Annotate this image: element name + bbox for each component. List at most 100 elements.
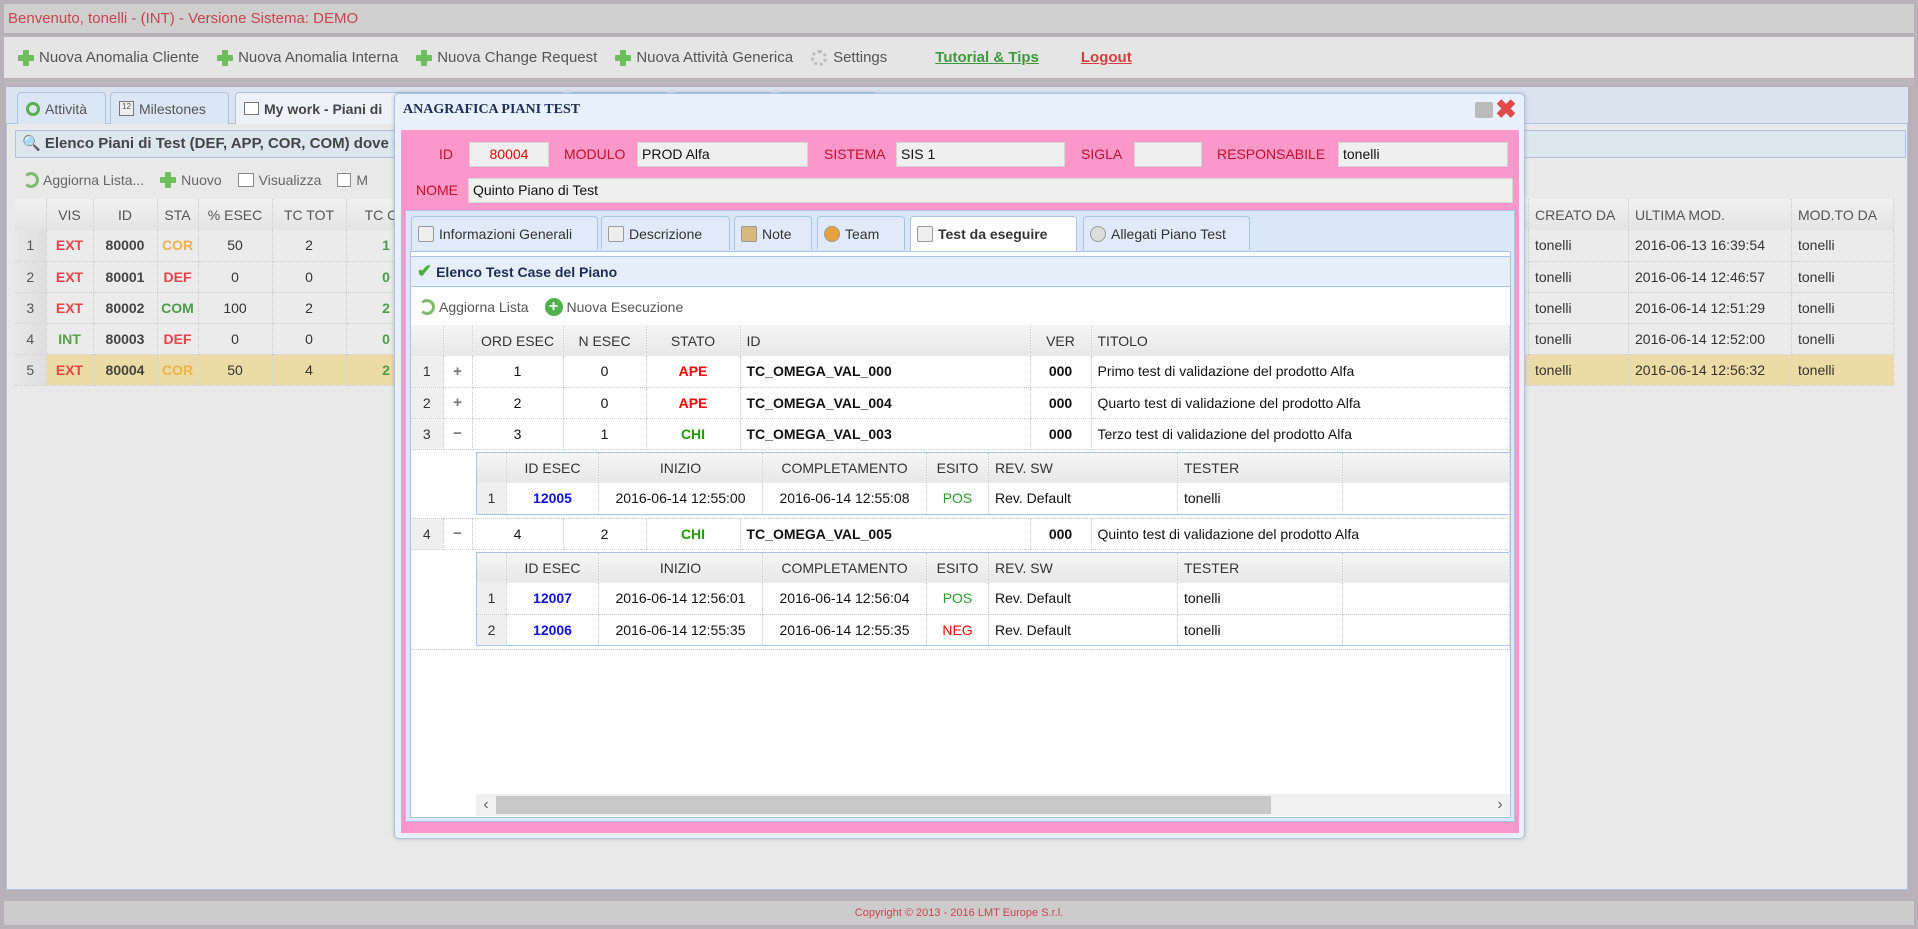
windows-icon xyxy=(244,102,259,115)
copyright: Copyright © 2013 - 2016 LMT Europe S.r.l… xyxy=(854,907,1064,919)
label: Aggiorna Lista xyxy=(439,298,529,315)
responsabile-field[interactable]: tonelli xyxy=(1338,142,1508,167)
settings-button[interactable]: Settings xyxy=(811,49,887,66)
logout-link[interactable]: Logout xyxy=(1081,49,1132,66)
column-header[interactable]: ID xyxy=(93,199,158,230)
column-header[interactable] xyxy=(15,199,47,230)
plus-icon xyxy=(615,49,632,66)
sigla-field[interactable] xyxy=(1134,142,1202,167)
new-button[interactable]: Nuovo xyxy=(160,172,222,188)
cell-n: 3 xyxy=(15,292,47,324)
edit-button[interactable]: M xyxy=(337,172,368,188)
column-header[interactable]: INIZIO xyxy=(598,452,763,483)
column-header[interactable]: COMPLETAMENTO xyxy=(762,452,927,483)
new-generic-activity-button[interactable]: Nuova Attività Generica xyxy=(615,49,793,66)
column-header[interactable]: ULTIMA MOD. xyxy=(1628,199,1792,230)
cell-ver: 000 xyxy=(1030,418,1092,450)
table-row[interactable]: 4−4 2 CHI TC_OMEGA_VAL_005 000 Quinto test di… xyxy=(411,518,1510,550)
activity-icon xyxy=(26,101,40,116)
modulo-field[interactable]: PROD Alfa xyxy=(637,142,808,167)
column-header[interactable]: MOD.TO DA xyxy=(1791,199,1894,230)
new-change-request-button[interactable]: Nuova Change Request xyxy=(416,49,597,66)
column-header[interactable]: REV. SW xyxy=(988,452,1178,483)
view-button[interactable]: Visualizza xyxy=(237,172,321,188)
column-header[interactable]: COMPLETAMENTO xyxy=(762,552,927,583)
expand-toggle[interactable]: + xyxy=(443,356,473,388)
expand-toggle[interactable]: − xyxy=(443,518,473,550)
refresh-list-button[interactable]: Aggiorna Lista xyxy=(419,298,529,315)
cell-modda: tonelli xyxy=(1791,354,1894,386)
close-icon[interactable]: ✖ xyxy=(1495,96,1517,122)
tab-test-da-eseguire[interactable]: Test da eseguire xyxy=(910,216,1077,251)
cell-modda: tonelli xyxy=(1791,230,1894,262)
column-header[interactable]: CREATO DA xyxy=(1528,199,1629,230)
tutorial-link[interactable]: Tutorial & Tips xyxy=(935,49,1039,66)
cell-n: 2 xyxy=(476,614,507,646)
scrollbar-thumb[interactable] xyxy=(496,796,1271,814)
column-header[interactable]: INIZIO xyxy=(598,552,763,583)
column-header-empty xyxy=(1342,552,1509,583)
new-execution-button[interactable]: + Nuova Esecuzione xyxy=(544,297,683,316)
tab-descrizione[interactable]: Descrizione xyxy=(601,216,730,250)
column-header[interactable] xyxy=(443,325,473,356)
tab-milestones[interactable]: 12 Milestones xyxy=(110,92,229,124)
horizontal-scrollbar[interactable]: ‹ › xyxy=(476,794,1510,816)
column-header[interactable]: TESTER xyxy=(1177,452,1343,483)
tab-allegati[interactable]: Allegati Piano Test xyxy=(1083,216,1250,250)
sistema-field[interactable]: SIS 1 xyxy=(896,142,1065,167)
column-header[interactable]: ESITO xyxy=(926,452,989,483)
column-header[interactable] xyxy=(476,452,507,483)
column-header[interactable]: ID ESEC xyxy=(506,552,599,583)
tab-attivita[interactable]: Attività xyxy=(17,92,106,124)
new-internal-anomaly-button[interactable]: Nuova Anomalia Interna xyxy=(217,49,398,66)
tab-label: Attività xyxy=(45,100,88,117)
column-header[interactable]: ESITO xyxy=(926,552,989,583)
tab-informazioni-generali[interactable]: Informazioni Generali xyxy=(411,216,598,250)
column-header[interactable]: % ESEC xyxy=(198,199,273,230)
scroll-left-icon[interactable]: ‹ xyxy=(476,796,496,814)
expand-toggle[interactable]: − xyxy=(443,418,473,450)
tab-note[interactable]: Note xyxy=(734,216,812,250)
column-header[interactable]: STATO xyxy=(646,325,741,356)
expand-icon[interactable]: + xyxy=(453,394,462,411)
tab-team[interactable]: Team xyxy=(817,216,905,250)
expand-toggle[interactable]: + xyxy=(443,387,473,419)
collapse-icon[interactable]: − xyxy=(453,525,462,542)
execution-row[interactable]: 1 12007 2016-06-14 12:56:01 2016-06-14 12:5… xyxy=(476,583,1509,615)
main-toolbar: Nuova Anomalia Cliente Nuova Anomalia In… xyxy=(4,37,1914,78)
id-field[interactable]: 80004 xyxy=(469,142,549,167)
cell-rev: Rev. Default xyxy=(988,483,1178,515)
id-label: ID xyxy=(439,146,453,162)
table-row[interactable]: 1 +1 0 APE TC_OMEGA_VAL_000 000 Primo test di … xyxy=(411,356,1510,388)
label: M xyxy=(356,172,369,188)
table-row[interactable]: 2 +2 0 APE TC_OMEGA_VAL_004 000 Quarto test di… xyxy=(411,387,1510,419)
column-header[interactable]: REV. SW xyxy=(988,552,1178,583)
print-icon[interactable] xyxy=(1475,102,1493,118)
table-row[interactable]: 3−3 1 CHI TC_OMEGA_VAL_003 000 Terzo test di … xyxy=(411,418,1510,450)
column-header[interactable]: STA xyxy=(157,199,199,230)
column-header[interactable]: VIS xyxy=(46,199,94,230)
execution-row[interactable]: 1 12005 2016-06-14 12:55:00 2016-06-14 12:5… xyxy=(476,483,1509,515)
collapse-icon[interactable]: − xyxy=(453,425,462,442)
execution-row[interactable]: 2 12006 2016-06-14 12:55:35 2016-06-14 12:5… xyxy=(476,614,1509,646)
column-header[interactable]: N ESEC xyxy=(563,325,647,356)
column-header[interactable] xyxy=(411,325,444,356)
scroll-right-icon[interactable]: › xyxy=(1490,796,1510,814)
new-customer-anomaly-button[interactable]: Nuova Anomalia Cliente xyxy=(18,49,199,66)
cell-esec: 50 xyxy=(198,230,273,262)
column-header[interactable]: VER xyxy=(1030,325,1092,356)
refresh-list-button[interactable]: Aggiorna Lista... xyxy=(23,172,144,188)
expand-icon[interactable]: + xyxy=(453,363,462,380)
column-header[interactable]: ID xyxy=(740,325,1031,356)
column-header[interactable]: TC TOT xyxy=(272,199,347,230)
column-header[interactable]: TESTER xyxy=(1177,552,1343,583)
nome-field[interactable]: Quinto Piano di Test xyxy=(468,178,1513,203)
execution-grid: ID ESEC INIZIO COMPLETAMENTO ESITO REV. SW TE… xyxy=(476,551,1509,646)
cell-empty xyxy=(1342,614,1509,646)
column-header[interactable]: ID ESEC xyxy=(506,452,599,483)
column-header[interactable]: ORD ESEC xyxy=(472,325,564,356)
column-header[interactable] xyxy=(476,552,507,583)
cell-ord: 1 xyxy=(472,356,564,388)
cell-esito: NEG xyxy=(926,614,989,646)
column-header[interactable]: TITOLO xyxy=(1091,325,1510,356)
